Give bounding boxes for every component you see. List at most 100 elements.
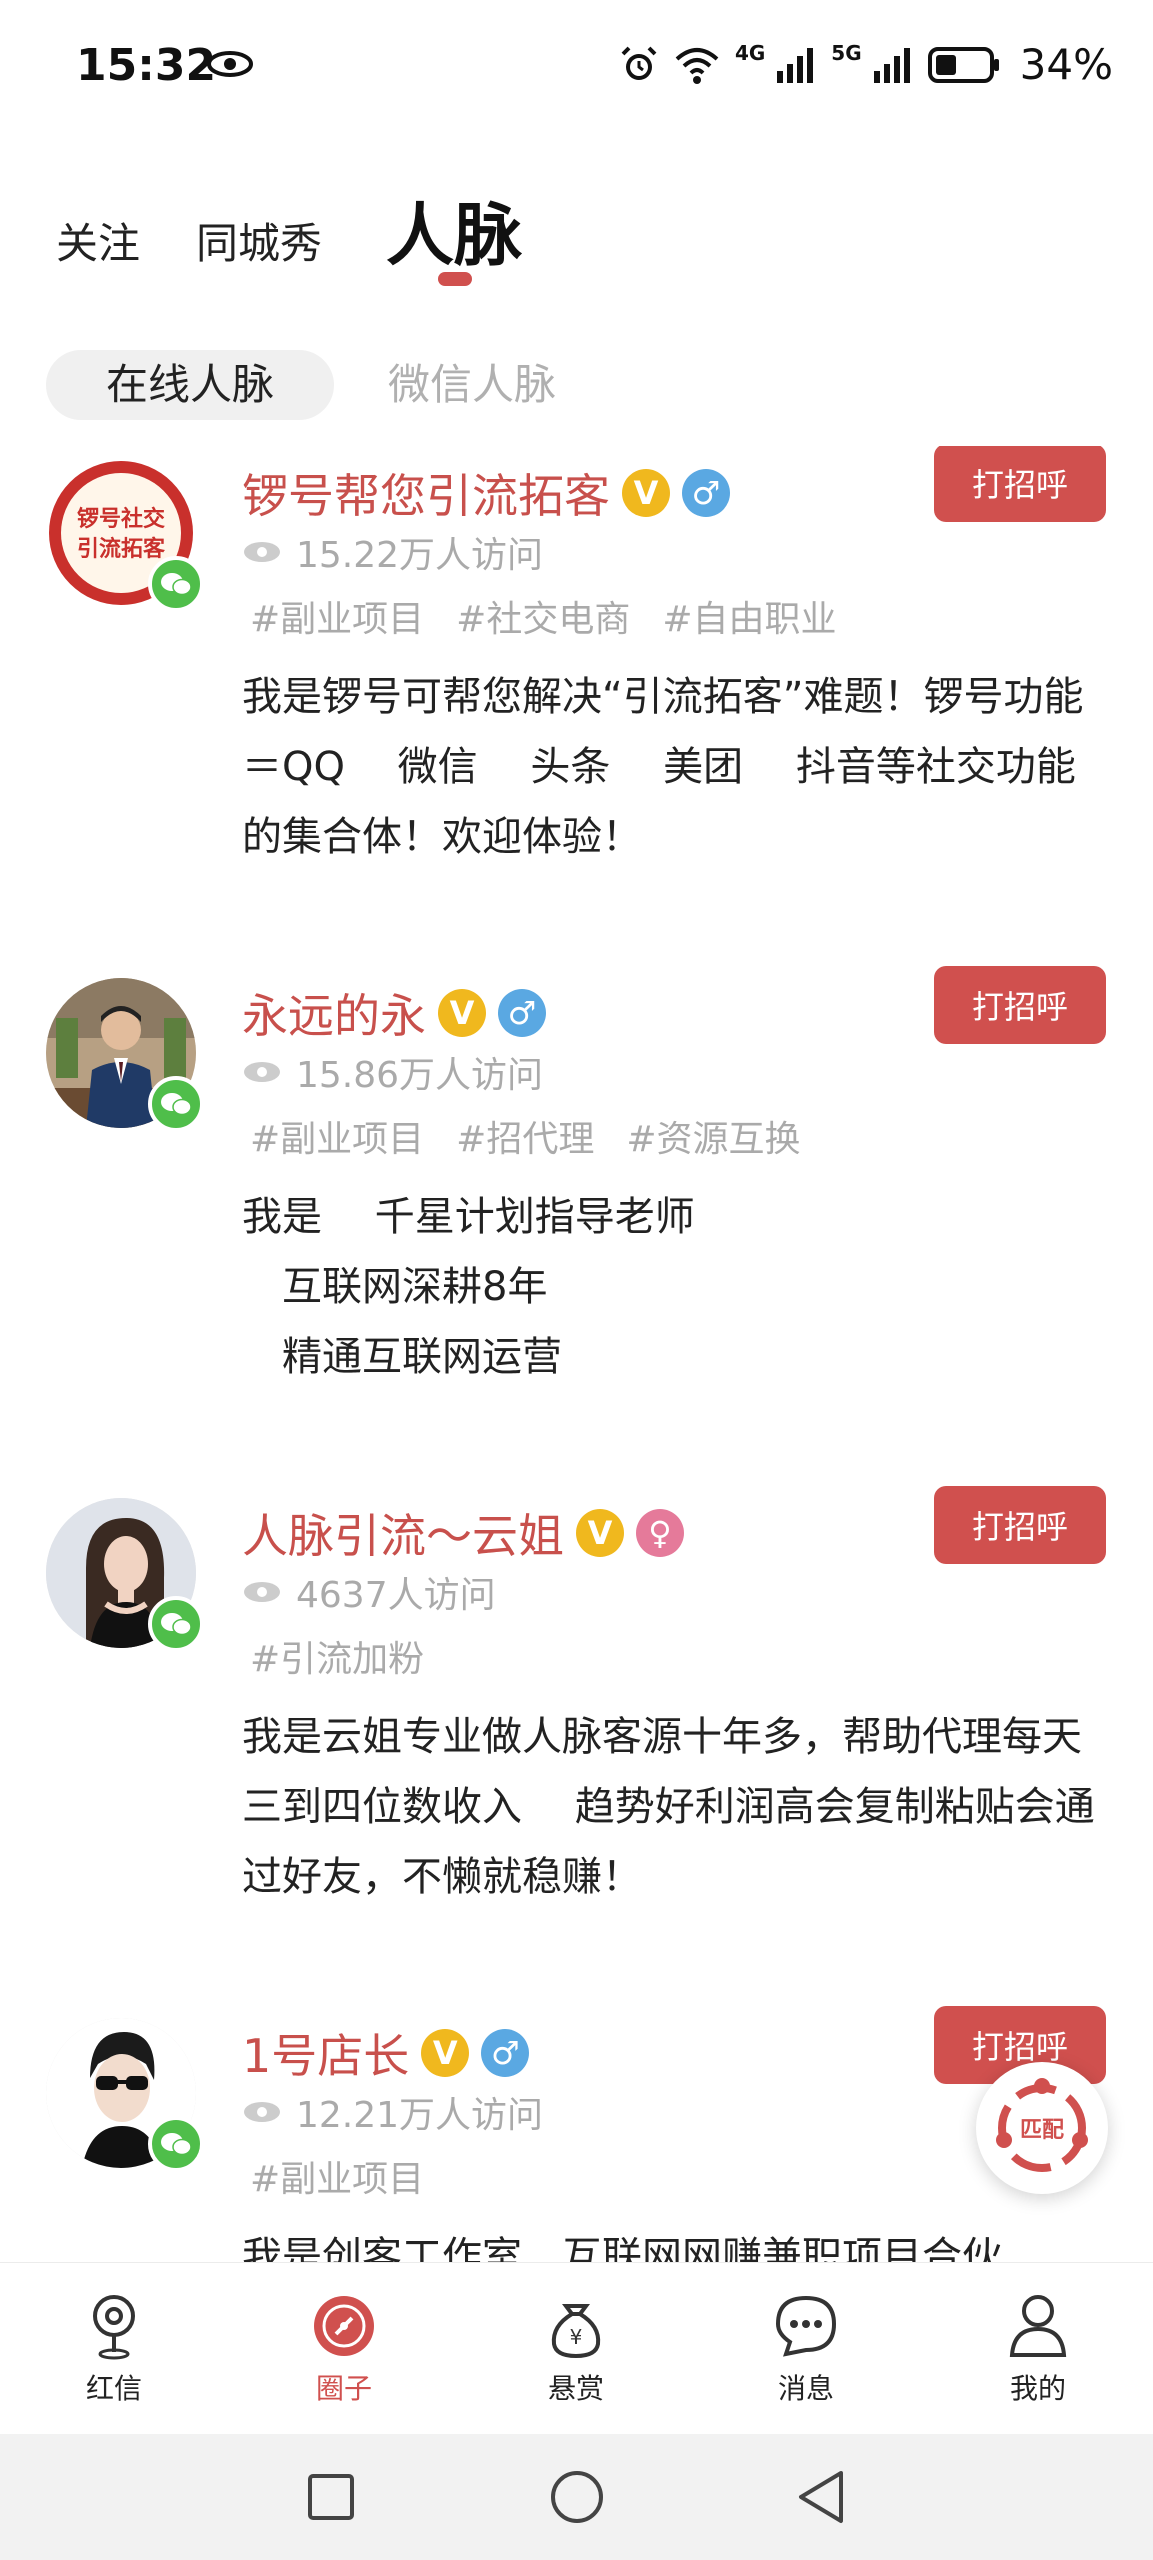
contact-feed[interactable]: 锣号社交 引流拓客 锣号帮您引流拓客 V ♂ 15.22万人访问 #副业项目 #…	[0, 446, 1153, 2262]
eye-icon	[244, 2102, 280, 2122]
verified-icon: V	[622, 469, 670, 517]
bottom-nav: 红信 圈子 ¥ 悬赏 消息 我的	[0, 2262, 1153, 2435]
wechat-icon	[148, 1076, 204, 1132]
compass-icon	[314, 2296, 374, 2356]
female-icon: ♀	[636, 1509, 684, 1557]
match-button[interactable]: 匹配	[976, 2062, 1108, 2194]
tag[interactable]: #副业项目	[250, 2150, 424, 2202]
wechat-icon	[148, 1596, 204, 1652]
verified-icon: V	[438, 989, 486, 1037]
visit-count-text: 4637人访问	[296, 1575, 496, 1616]
visit-count: 4637人访问	[242, 1566, 496, 1618]
eye-icon	[244, 1582, 280, 1602]
alarm-icon	[621, 46, 657, 80]
wechat-icon	[148, 2116, 204, 2172]
tag-list: #副业项目	[250, 2150, 424, 2202]
name-row: 人脉引流～云姐 V ♀	[242, 1500, 684, 1566]
chat-bubble-icon	[775, 2295, 837, 2357]
svg-text:引流拓客: 引流拓客	[77, 536, 166, 562]
visit-count: 12.21万人访问	[242, 2086, 543, 2138]
recent-apps-button[interactable]	[296, 2462, 366, 2532]
back-triangle-icon	[799, 2471, 843, 2523]
person-icon	[1009, 2295, 1067, 2357]
visit-count: 15.22万人访问	[242, 526, 543, 578]
greet-button[interactable]: 打招呼	[934, 966, 1106, 1044]
tab-follow[interactable]: 关注	[56, 210, 140, 271]
greet-button[interactable]: 打招呼	[934, 446, 1106, 522]
nav-label: 消息	[777, 2372, 834, 2405]
intro-text: 我是锣号可帮您解决“引流拓客”难题！锣号功能＝QQ 微信 头条 美团 抖音等社交…	[242, 674, 1084, 860]
visit-count-text: 12.21万人访问	[296, 2095, 544, 2136]
network-label-1: 4G	[734, 40, 766, 65]
tag-list: #副业项目 #招代理 #资源互换	[250, 1110, 801, 1162]
visit-count-text: 15.86万人访问	[296, 1055, 544, 1096]
tag-list: #引流加粉	[250, 1630, 424, 1682]
match-label: 匹配	[1019, 2118, 1064, 2143]
status-icons: 4G 5G 34%	[619, 40, 1113, 89]
svg-text:¥: ¥	[570, 2325, 583, 2349]
greet-button[interactable]: 打招呼	[934, 1486, 1106, 1564]
eye-icon	[244, 1062, 280, 1082]
system-nav-bar	[0, 2434, 1153, 2560]
circle-icon	[551, 2471, 603, 2523]
nav-messages[interactable]: 消息	[726, 2291, 886, 2407]
name-row: 锣号帮您引流拓客 V ♂	[242, 460, 730, 526]
contact-card[interactable]: 人脉引流～云姐 V ♀ 4637人访问 #引流加粉 我是云姐专业做人脉客源十年多…	[0, 1486, 1153, 2006]
nav-label: 我的	[1009, 2372, 1066, 2405]
contact-name[interactable]: 锣号帮您引流拓客	[242, 460, 610, 526]
nav-circle[interactable]: 圈子	[264, 2291, 424, 2407]
nav-label: 红信	[85, 2372, 142, 2405]
tag[interactable]: #副业项目	[250, 1110, 424, 1162]
name-row: 1号店长 V ♂	[242, 2020, 530, 2086]
male-icon: ♂	[498, 989, 546, 1037]
wechat-icon	[148, 556, 204, 612]
contact-name[interactable]: 1号店长	[242, 2020, 409, 2086]
tag[interactable]: #招代理	[456, 1110, 594, 1162]
nav-profile[interactable]: 我的	[958, 2291, 1118, 2407]
money-bag-icon: ¥	[551, 2304, 601, 2359]
intro-text: 我是创客工作室 互联网网赚兼职项目合伙	[242, 2234, 1002, 2262]
male-icon: ♂	[481, 2029, 530, 2077]
signal-icon	[777, 47, 814, 83]
nav-label: 圈子	[315, 2372, 372, 2405]
tag-list: #副业项目 #社交电商 #自由职业	[250, 590, 837, 642]
contact-name[interactable]: 永远的永	[242, 980, 426, 1046]
subtab-online-contacts[interactable]: 在线人脉	[46, 350, 334, 420]
status-bar: 15:32 4G 5G 34%	[0, 0, 1153, 140]
intro-text: 我是 千星计划指导老师 互联网深耕8年 精通互联网运营	[242, 1194, 695, 1380]
network-label-2: 5G	[831, 40, 862, 65]
status-time: 15:32	[76, 40, 217, 91]
tag[interactable]: #副业项目	[250, 590, 424, 642]
signal-icon	[873, 47, 910, 83]
name-row: 永远的永 V ♂	[242, 980, 546, 1046]
svg-text:锣号社交: 锣号社交	[77, 506, 165, 532]
visit-count: 15.86万人访问	[242, 1046, 543, 1098]
nav-hongxin[interactable]: 红信	[34, 2291, 194, 2407]
square-icon	[308, 2474, 354, 2520]
back-button[interactable]	[786, 2462, 856, 2532]
battery-percent: 34%	[1019, 40, 1113, 89]
tab-local-show[interactable]: 同城秀	[196, 210, 322, 271]
tag[interactable]: #资源互换	[626, 1110, 800, 1162]
tab-contacts[interactable]: 人脉	[386, 180, 522, 279]
contact-card[interactable]: 永远的永 V ♂ 15.86万人访问 #副业项目 #招代理 #资源互换 我是 千…	[0, 966, 1153, 1486]
tab-indicator	[438, 272, 472, 286]
verified-icon: V	[576, 1509, 624, 1557]
nav-reward[interactable]: ¥ 悬赏	[496, 2291, 656, 2407]
tag[interactable]: #引流加粉	[250, 1630, 424, 1682]
contact-name[interactable]: 人脉引流～云姐	[242, 1500, 564, 1566]
contact-card[interactable]: 锣号社交 引流拓客 锣号帮您引流拓客 V ♂ 15.22万人访问 #副业项目 #…	[0, 446, 1153, 966]
eye-icon	[207, 51, 253, 77]
verified-icon: V	[421, 2029, 470, 2077]
visit-count-text: 15.22万人访问	[296, 535, 544, 576]
tag[interactable]: #自由职业	[662, 590, 836, 642]
intro-text: 我是云姐专业做人脉客源十年多，帮助代理每天三到四位数收入 趋势好利润高会复制粘贴…	[242, 1714, 1095, 1900]
tag[interactable]: #社交电商	[456, 590, 630, 642]
nav-label: 悬赏	[547, 2372, 604, 2405]
subtab-wechat-contacts[interactable]: 微信人脉	[388, 350, 556, 420]
battery-icon	[927, 46, 999, 83]
male-icon: ♂	[682, 469, 730, 517]
location-pin-icon	[93, 2295, 135, 2360]
home-button[interactable]	[542, 2462, 612, 2532]
wifi-icon	[675, 47, 719, 84]
